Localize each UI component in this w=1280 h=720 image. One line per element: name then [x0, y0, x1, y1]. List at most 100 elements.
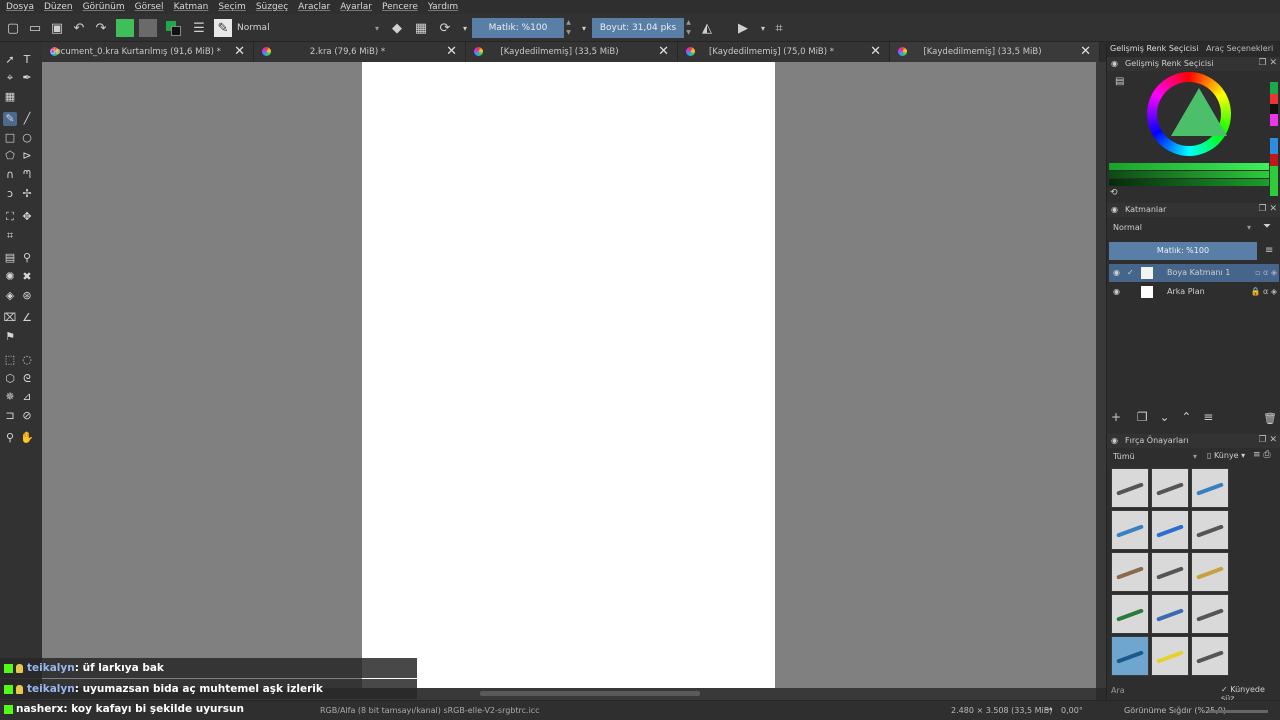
- ellipse-tool-icon[interactable]: ○: [20, 131, 34, 145]
- layer-properties-icon[interactable]: ≡: [1203, 410, 1213, 424]
- eye-icon[interactable]: ◉: [1113, 264, 1120, 282]
- rectangle-tool-icon[interactable]: □: [3, 131, 17, 145]
- close-icon[interactable]: ✕: [446, 42, 457, 62]
- menu-gorsel[interactable]: Görsel: [135, 2, 164, 12]
- color-swatch[interactable]: [1270, 104, 1278, 114]
- alpha-lock-icon[interactable]: ▦: [412, 19, 430, 37]
- new-file-icon[interactable]: ▢: [4, 19, 22, 37]
- scrollbar-thumb[interactable]: [480, 691, 700, 696]
- menu-duzen[interactable]: Düzen: [44, 2, 73, 12]
- brush-tag-button[interactable]: ▯ Künye ▾: [1207, 451, 1245, 460]
- mirror-vertical-icon[interactable]: ▶: [734, 19, 752, 37]
- brush-preset[interactable]: [1111, 510, 1149, 550]
- rotation-icon[interactable]: ⊸: [1045, 705, 1053, 715]
- menu-araclar[interactable]: Araçlar: [298, 2, 330, 12]
- layer-blend-select[interactable]: Normal ▾: [1109, 221, 1255, 235]
- color-picker-icon[interactable]: ⚲: [20, 251, 34, 265]
- checkbox-icon[interactable]: ✓: [1127, 264, 1134, 282]
- brush-preset[interactable]: [1191, 510, 1229, 550]
- pan-tool-icon[interactable]: ✋: [20, 431, 34, 445]
- polyline-tool-icon[interactable]: ⊳: [20, 149, 34, 163]
- color-swatch[interactable]: [1270, 126, 1278, 138]
- move-up-icon[interactable]: ⌃: [1181, 410, 1191, 424]
- brush-preset[interactable]: [1191, 594, 1229, 634]
- menu-yardim[interactable]: Yardım: [428, 2, 458, 12]
- fg-bg-color-icon[interactable]: [164, 19, 182, 37]
- open-folder-icon[interactable]: ▭: [26, 19, 44, 37]
- crop-tool-icon[interactable]: ⌗: [3, 229, 17, 243]
- brush-preset[interactable]: [1151, 468, 1189, 508]
- duplicate-layer-icon[interactable]: ❐: [1137, 410, 1148, 424]
- color-wheel[interactable]: [1147, 72, 1231, 156]
- brush-preset-icon[interactable]: ✎: [214, 19, 232, 37]
- color-swatch[interactable]: [1270, 94, 1278, 104]
- close-icon[interactable]: ✕: [1080, 42, 1091, 62]
- magic-wand-icon[interactable]: ✵: [3, 390, 17, 404]
- color-triangle[interactable]: [1171, 88, 1227, 136]
- zoom-tool-icon[interactable]: ⚲: [3, 431, 17, 445]
- layer-row[interactable]: ◉ ✓ Boya Katmanı 1 ▫ α ◈: [1109, 264, 1279, 282]
- menu-dosya[interactable]: Dosya: [6, 2, 34, 12]
- layer-opacity-slider[interactable]: Matlık: %100: [1109, 242, 1257, 260]
- document-tab[interactable]: 2.kra (79,6 MiB) * ✕: [254, 42, 466, 62]
- chevron-down-icon[interactable]: ▾: [575, 19, 593, 37]
- mirror-horizontal-icon[interactable]: ◭: [698, 19, 716, 37]
- hue-bar[interactable]: [1109, 163, 1269, 170]
- multibrush-icon[interactable]: ✢: [20, 187, 34, 201]
- line-tool-icon[interactable]: ╱: [20, 112, 34, 126]
- pattern-tool-icon[interactable]: ▦: [3, 90, 17, 104]
- menu-gorunum[interactable]: Görünüm: [83, 2, 125, 12]
- smart-patch-icon[interactable]: ✺: [3, 270, 17, 284]
- gradient-tool-icon[interactable]: ▤: [3, 251, 17, 265]
- select-shapes-icon[interactable]: ➚: [3, 53, 17, 67]
- freehand-select-icon[interactable]: ᘓ: [20, 372, 34, 386]
- size-slider[interactable]: Boyut: 31,04 pks: [592, 18, 684, 38]
- save-icon[interactable]: ▣: [48, 19, 66, 37]
- float-close-icon[interactable]: ❐ ✕: [1259, 58, 1277, 68]
- fill-tool-icon[interactable]: ◈: [3, 289, 17, 303]
- color-settings-icon[interactable]: ▤: [1115, 76, 1124, 87]
- enclose-fill-icon[interactable]: ⊛: [20, 289, 34, 303]
- brush-preset[interactable]: [1191, 468, 1229, 508]
- rect-select-icon[interactable]: ⬚: [3, 353, 17, 367]
- brush-preset[interactable]: [1111, 468, 1149, 508]
- edit-shapes-icon[interactable]: ⌖: [3, 71, 17, 85]
- colorize-mask-icon[interactable]: ✖: [20, 270, 34, 284]
- filter-icon[interactable]: ⏷: [1263, 221, 1271, 232]
- brush-preset[interactable]: [1111, 552, 1149, 592]
- float-close-icon[interactable]: ❐ ✕: [1259, 204, 1277, 214]
- brush-preset[interactable]: [1151, 594, 1189, 634]
- brush-preset[interactable]: [1151, 510, 1189, 550]
- menu-pencere[interactable]: Pencere: [382, 2, 418, 12]
- reference-tool-icon[interactable]: ⚑: [3, 330, 17, 344]
- pattern-icon[interactable]: [116, 19, 134, 37]
- color-swatch[interactable]: [1270, 82, 1278, 94]
- zoom-slider[interactable]: [1208, 710, 1268, 713]
- color-swatch[interactable]: [1270, 166, 1278, 196]
- brush-preset-selected[interactable]: [1111, 636, 1149, 676]
- add-layer-icon[interactable]: +: [1111, 410, 1121, 424]
- brush-settings-icon[interactable]: ☰: [190, 19, 208, 37]
- opacity-spin[interactable]: ▲ ▼: [564, 18, 573, 38]
- bezier-tool-icon[interactable]: ∩: [3, 168, 17, 182]
- undo-icon[interactable]: ↶: [70, 19, 88, 37]
- layer-row[interactable]: ◉ Arka Plan 🔒 α ◈: [1109, 283, 1279, 301]
- dynamic-brush-icon[interactable]: ↄ: [3, 187, 17, 201]
- vertical-scrollbar[interactable]: [1096, 62, 1106, 688]
- opacity-slider[interactable]: Matlık: %100: [472, 18, 564, 38]
- magnetic-select-icon[interactable]: ⊘: [20, 409, 34, 423]
- value-bar[interactable]: [1109, 179, 1269, 186]
- saturation-bar[interactable]: [1109, 171, 1269, 178]
- view-mode-icon[interactable]: ≡ ⎙: [1253, 450, 1271, 460]
- ellipse-select-icon[interactable]: ◌: [20, 353, 34, 367]
- gradient-icon[interactable]: [139, 19, 157, 37]
- crop-icon[interactable]: ⌗: [770, 19, 788, 37]
- bezier-select-icon[interactable]: ⊐: [3, 409, 17, 423]
- menu-suzgec[interactable]: Süzgeç: [256, 2, 288, 12]
- close-icon[interactable]: ✕: [234, 42, 245, 62]
- polygon-tool-icon[interactable]: ⬠: [3, 149, 17, 163]
- float-close-icon[interactable]: ❐ ✕: [1259, 435, 1277, 445]
- reset-color-icon[interactable]: ⟲: [1110, 188, 1118, 198]
- eraser-icon[interactable]: ◆: [388, 19, 406, 37]
- brush-preset[interactable]: [1191, 552, 1229, 592]
